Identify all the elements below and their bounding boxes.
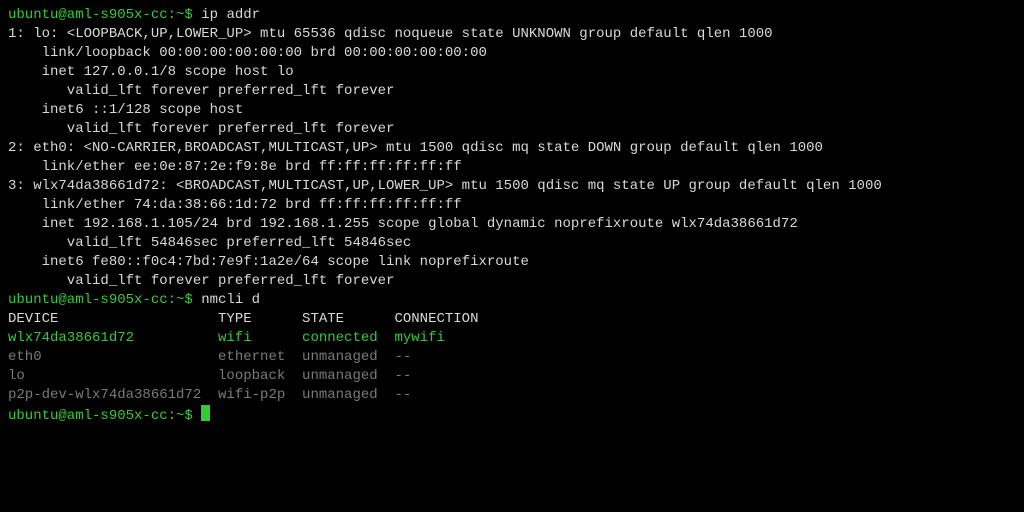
shell-prompt: ubuntu@aml-s905x-cc:~$ (8, 7, 201, 23)
shell-prompt: ubuntu@aml-s905x-cc:~$ (8, 408, 201, 424)
ip-addr-output-line: valid_lft 54846sec preferred_lft 54846se… (8, 235, 411, 251)
terminal-viewport[interactable]: ubuntu@aml-s905x-cc:~$ ip addr 1: lo: <LO… (0, 0, 1024, 432)
ip-addr-output-line: inet 192.168.1.105/24 brd 192.168.1.255 … (8, 216, 798, 232)
command-nmcli-d: nmcli d (201, 292, 260, 308)
shell-prompt: ubuntu@aml-s905x-cc:~$ (8, 292, 201, 308)
ip-addr-output-line: valid_lft forever preferred_lft forever (8, 83, 394, 99)
nmcli-row: wlx74da38661d72 wifi connected mywifi (8, 330, 495, 346)
ip-addr-output-line: valid_lft forever preferred_lft forever (8, 273, 394, 289)
ip-addr-output-line: 1: lo: <LOOPBACK,UP,LOWER_UP> mtu 65536 … (8, 26, 773, 42)
cursor (201, 405, 210, 421)
ip-addr-output-line: inet 127.0.0.1/8 scope host lo (8, 64, 294, 80)
ip-addr-output-line: link/loopback 00:00:00:00:00:00 brd 00:0… (8, 45, 487, 61)
nmcli-header: DEVICE TYPE STATE CONNECTION (8, 311, 495, 327)
ip-addr-output-line: 2: eth0: <NO-CARRIER,BROADCAST,MULTICAST… (8, 140, 823, 156)
ip-addr-output-line: valid_lft forever preferred_lft forever (8, 121, 394, 137)
ip-addr-output-line: inet6 fe80::f0c4:7bd:7e9f:1a2e/64 scope … (8, 254, 529, 270)
nmcli-row: eth0 ethernet unmanaged -- (8, 349, 495, 365)
ip-addr-output-line: link/ether 74:da:38:66:1d:72 brd ff:ff:f… (8, 197, 462, 213)
command-ip-addr: ip addr (201, 7, 260, 23)
ip-addr-output-line: 3: wlx74da38661d72: <BROADCAST,MULTICAST… (8, 178, 882, 194)
nmcli-row: lo loopback unmanaged -- (8, 368, 495, 384)
nmcli-row: p2p-dev-wlx74da38661d72 wifi-p2p unmanag… (8, 387, 495, 403)
ip-addr-output-line: inet6 ::1/128 scope host (8, 102, 243, 118)
ip-addr-output-line: link/ether ee:0e:87:2e:f9:8e brd ff:ff:f… (8, 159, 462, 175)
